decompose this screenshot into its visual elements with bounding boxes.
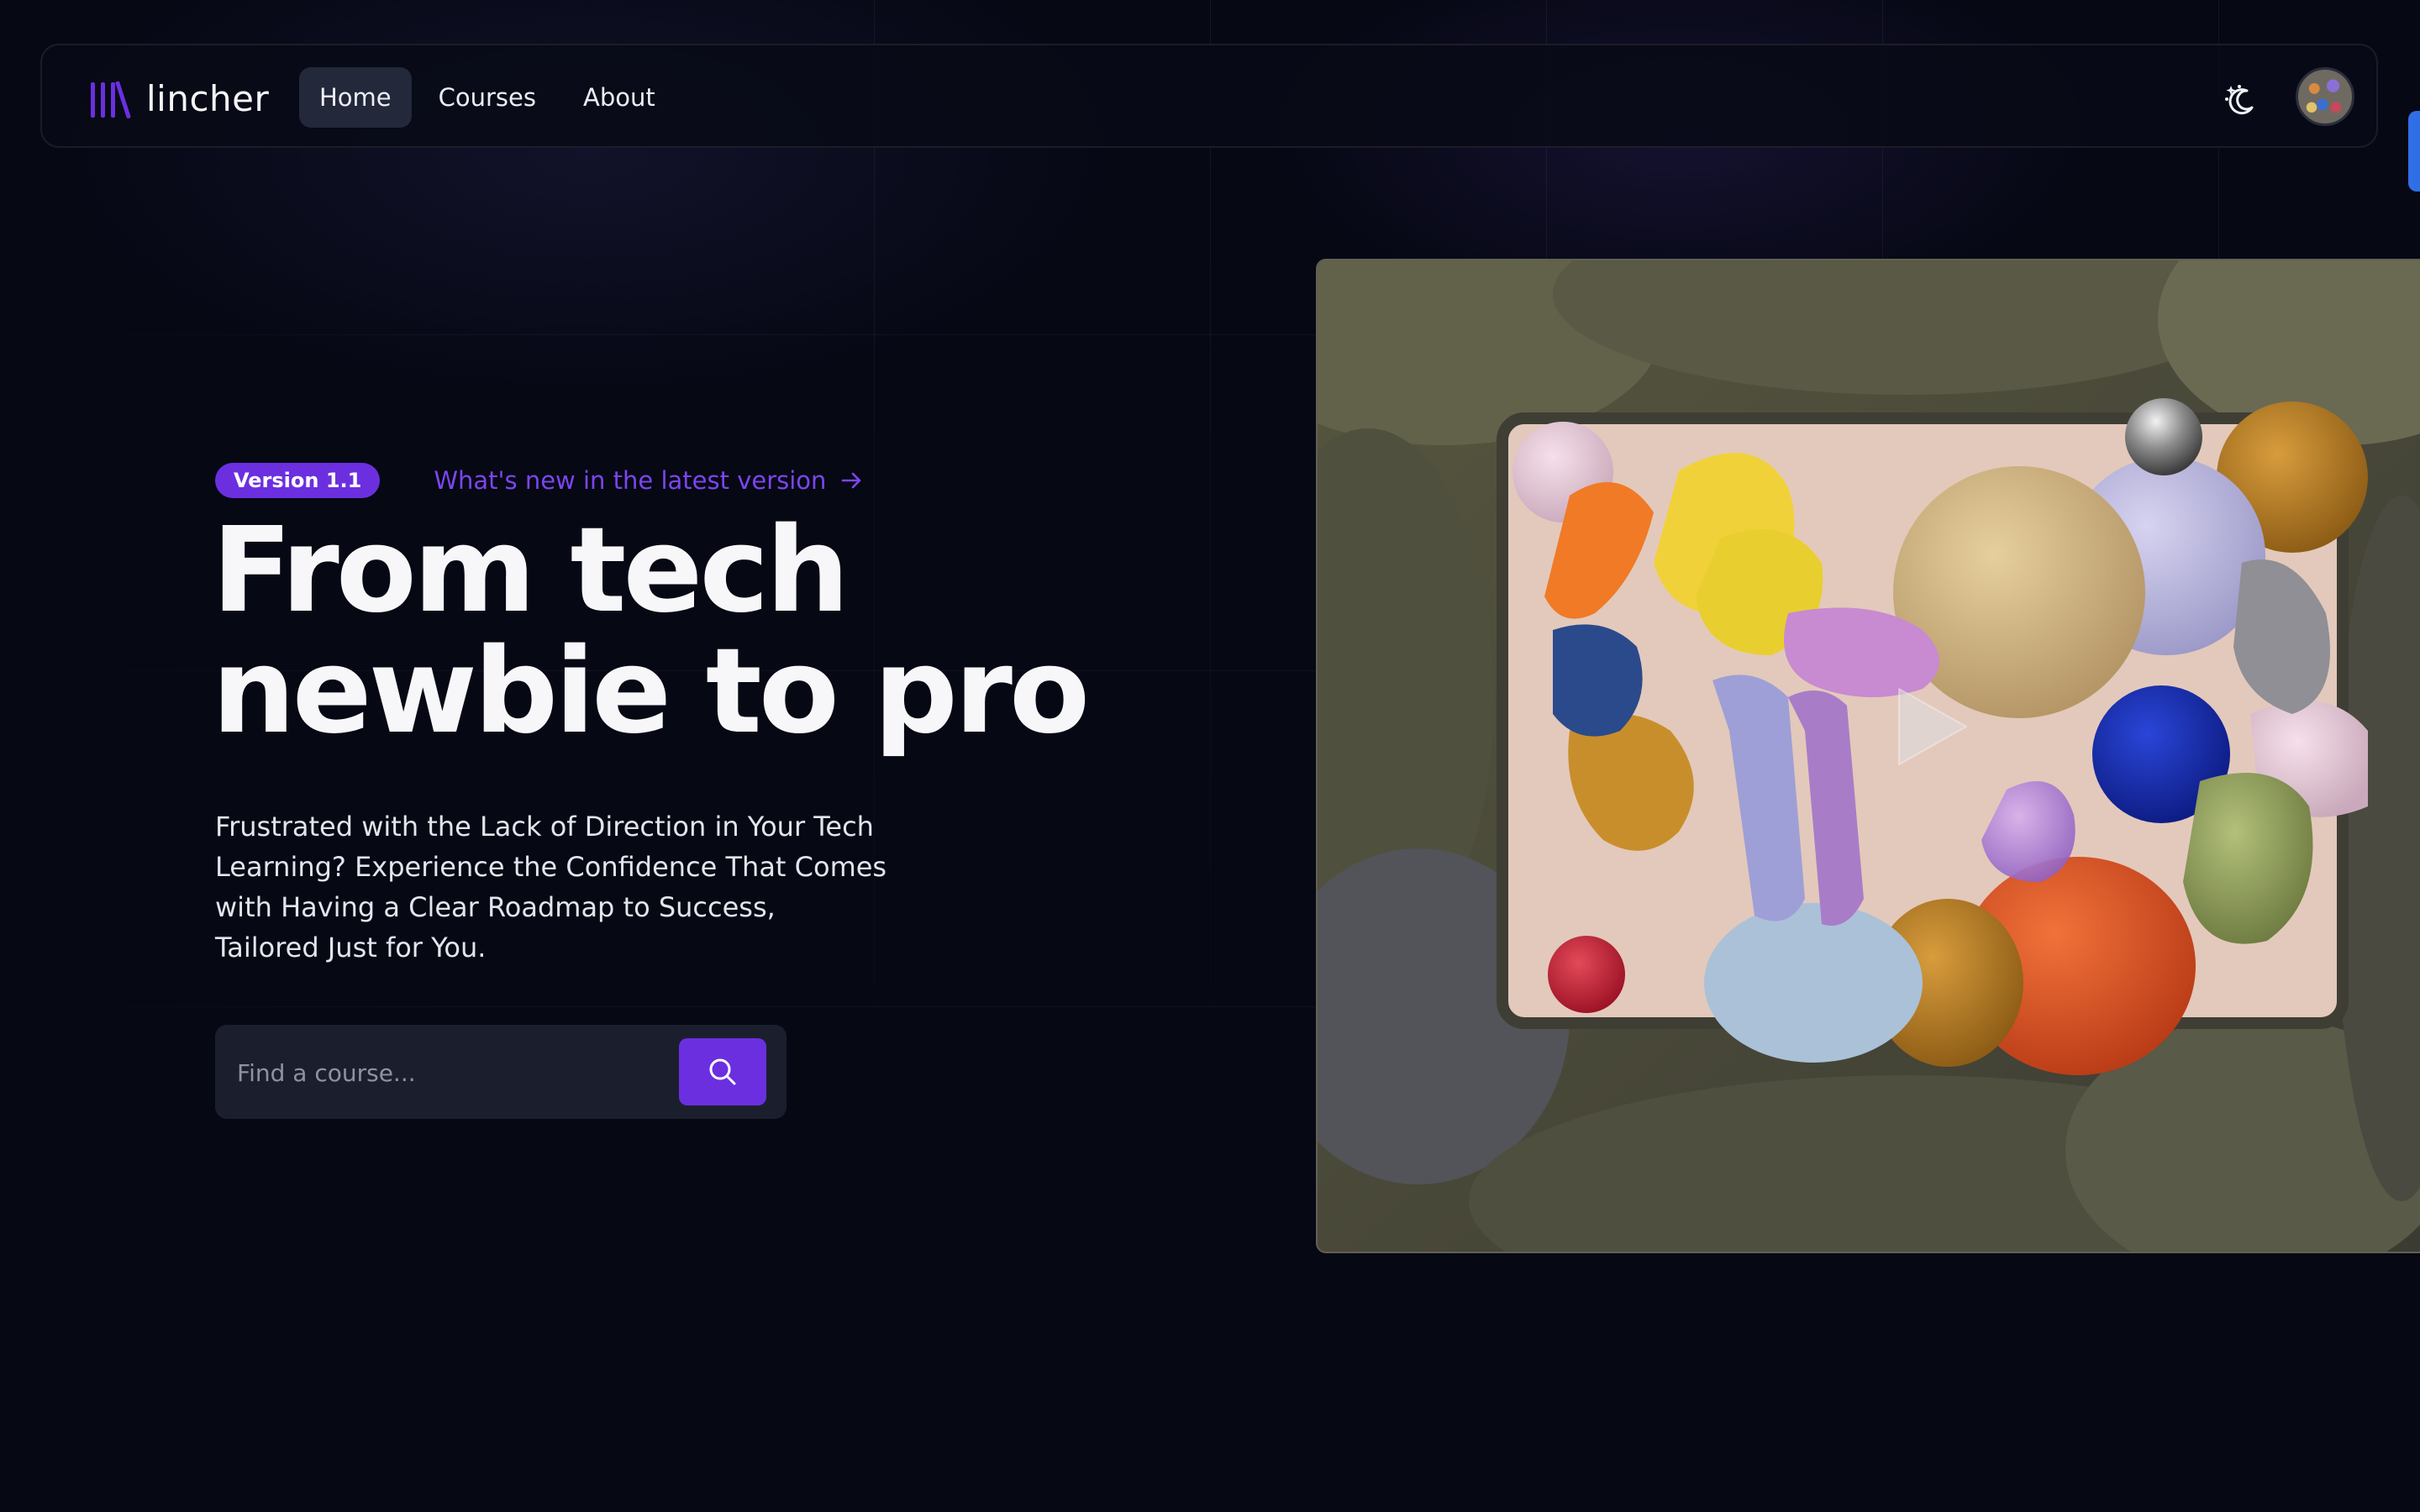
hero-subtitle: Frustrated with the Lack of Direction in… bbox=[215, 811, 887, 963]
hero-video-preview[interactable] bbox=[1316, 259, 2420, 1253]
search-input[interactable] bbox=[235, 1045, 676, 1100]
brand-logo[interactable]: lincher bbox=[89, 77, 269, 119]
course-search bbox=[215, 1025, 786, 1119]
video-thumbnail bbox=[1318, 260, 2420, 1252]
theme-toggle-button[interactable] bbox=[2220, 79, 2260, 119]
logo-bars-icon bbox=[91, 81, 131, 118]
brand-name: lincher bbox=[146, 77, 270, 119]
user-avatar[interactable] bbox=[2296, 67, 2354, 126]
whats-new-label: What's new in the latest version bbox=[434, 466, 827, 495]
whats-new-link[interactable]: What's new in the latest version bbox=[434, 466, 863, 495]
top-navbar: lincher Home Courses About bbox=[40, 44, 2378, 148]
version-badge: Version 1.1 bbox=[215, 463, 381, 498]
hero-headline: From tech newbie to pro bbox=[212, 511, 1136, 753]
moon-stars-icon bbox=[2225, 85, 2254, 115]
search-button[interactable] bbox=[679, 1038, 766, 1105]
arrow-right-icon bbox=[841, 471, 863, 490]
primary-nav: Home Courses About bbox=[299, 67, 682, 128]
nav-item-courses[interactable]: Courses bbox=[418, 67, 556, 128]
search-icon bbox=[709, 1058, 736, 1085]
edge-side-tab[interactable] bbox=[2408, 111, 2420, 192]
version-announcement: Version 1.1 What's new in the latest ver… bbox=[215, 462, 863, 499]
nav-item-about[interactable]: About bbox=[563, 67, 676, 128]
nav-item-home[interactable]: Home bbox=[299, 67, 412, 128]
headline-line-2: newbie to pro bbox=[212, 623, 1090, 760]
headline-line-1: From tech bbox=[212, 502, 850, 639]
landing-page: lincher Home Courses About Version 1.1 W… bbox=[0, 0, 2420, 1512]
